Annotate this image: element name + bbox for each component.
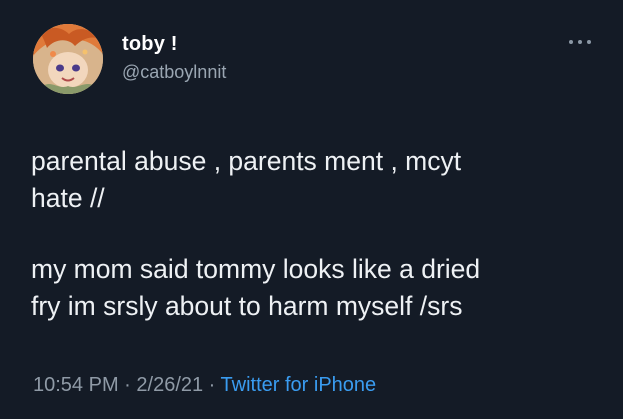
profile-avatar[interactable] bbox=[33, 24, 103, 94]
meta-separator: · bbox=[118, 374, 137, 396]
username-handle[interactable]: @catboylnnit bbox=[122, 62, 226, 83]
tweet-text-paragraph: parental abuse , parents ment , mcyt hat… bbox=[31, 146, 462, 213]
tweet-meta: 10:54 PM · 2/26/21 · Twitter for iPhone bbox=[33, 374, 376, 397]
more-options-icon[interactable] bbox=[566, 31, 600, 51]
tweet-card: toby ! @catboylnnit parental abuse , par… bbox=[0, 0, 623, 419]
tweet-time[interactable]: 10:54 PM bbox=[33, 374, 119, 396]
tweet-date[interactable]: 2/26/21 bbox=[136, 374, 203, 396]
meta-separator: · bbox=[203, 374, 221, 396]
avatar-illustration bbox=[33, 24, 103, 94]
tweet-text-paragraph: my mom said tommy looks like a dried fry… bbox=[31, 254, 481, 321]
display-name[interactable]: toby ! bbox=[122, 33, 178, 56]
tweet-source-link[interactable]: Twitter for iPhone bbox=[221, 374, 377, 396]
